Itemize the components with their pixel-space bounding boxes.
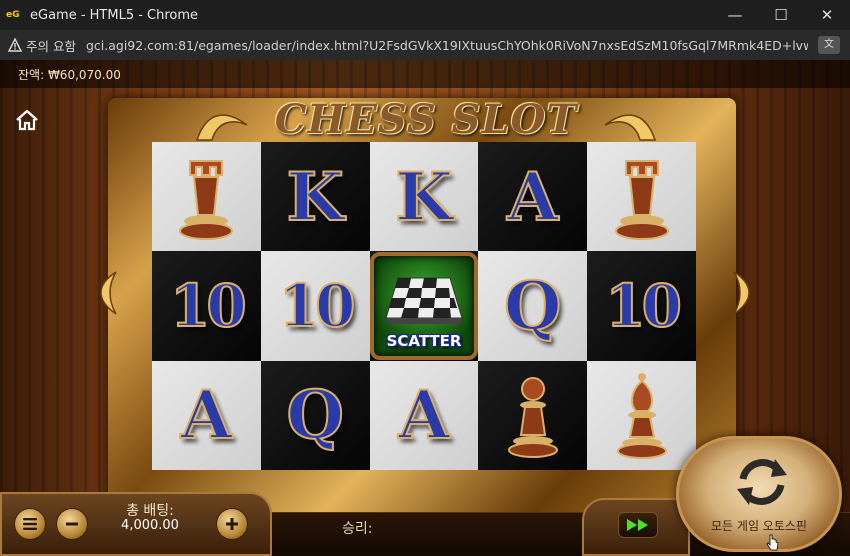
bishop-icon xyxy=(616,373,667,460)
increase-bet-button[interactable] xyxy=(216,508,248,540)
symbol-letter: A xyxy=(506,157,559,236)
reel-cell: Q xyxy=(260,360,370,470)
symbol-letter: A xyxy=(180,376,233,455)
security-label: 주의 요함 xyxy=(26,38,76,54)
cursor-icon xyxy=(766,534,779,551)
minus-icon xyxy=(66,522,78,526)
game-canvas: 잔액: ₩60,070.00 CHESS SLOT K K A 10 10 Q … xyxy=(0,60,850,556)
reel-cell: 10 xyxy=(260,251,370,361)
home-icon[interactable] xyxy=(14,108,40,132)
symbol-letter: Q xyxy=(285,376,344,455)
symbol-letter: 10 xyxy=(169,271,248,340)
balance-display: 잔액: ₩60,070.00 xyxy=(18,68,121,82)
maximize-icon[interactable]: ☐ xyxy=(758,0,804,30)
reel-cell: K xyxy=(369,142,479,252)
symbol-letter: Q xyxy=(503,266,562,345)
ornament-icon xyxy=(195,114,248,141)
menu-button[interactable] xyxy=(14,508,46,540)
speed-panel xyxy=(582,498,690,556)
plus-icon xyxy=(226,518,238,530)
url-field[interactable]: gci.agi92.com:81/egames/loader/index.htm… xyxy=(86,38,808,53)
security-warning-button[interactable]: 주의 요함 xyxy=(8,36,76,55)
total-bet-value: 4,000.00 xyxy=(121,518,179,533)
decrease-bet-button[interactable] xyxy=(56,508,88,540)
translate-icon[interactable]: 文 xyxy=(818,36,840,54)
minimize-icon[interactable]: — xyxy=(712,0,758,30)
top-strip xyxy=(0,60,850,88)
symbol-letter: A xyxy=(397,376,450,455)
reel-cell xyxy=(152,142,261,252)
title-bar: eG eGame - HTML5 - Chrome — ☐ ✕ xyxy=(0,0,850,30)
reel-cell: 10 xyxy=(152,251,261,361)
autospin-label: 모든 게임 오토스핀 xyxy=(711,519,807,533)
reel-cell: A xyxy=(152,360,261,470)
ornament-icon xyxy=(100,271,117,315)
ornament-icon xyxy=(733,271,750,315)
fast-forward-icon xyxy=(627,519,648,531)
game-logo: CHESS SLOT xyxy=(274,96,578,143)
warning-icon xyxy=(8,38,22,52)
symbol-letter: 10 xyxy=(604,271,683,340)
chessboard-icon xyxy=(385,277,463,324)
menu-icon xyxy=(23,518,37,530)
reel-cell xyxy=(587,360,696,470)
address-bar: 주의 요함 gci.agi92.com:81/egames/loader/ind… xyxy=(0,30,850,60)
refresh-icon xyxy=(737,459,787,505)
symbol-letter: K xyxy=(394,157,453,236)
reel-cell: A xyxy=(369,360,479,470)
bet-panel: 총 배팅: 4,000.00 xyxy=(0,492,272,556)
window-title: eGame - HTML5 - Chrome xyxy=(30,7,199,23)
pawn-icon xyxy=(507,377,558,459)
reel-cell: Q xyxy=(478,251,588,361)
reel-cell: A xyxy=(478,142,588,252)
ornament-icon xyxy=(604,114,657,141)
scatter-symbol: SCATTER xyxy=(370,252,478,360)
symbol-letter: 10 xyxy=(278,271,357,340)
reel-cell xyxy=(478,360,588,470)
fast-forward-button[interactable] xyxy=(618,512,658,538)
scatter-label: SCATTER xyxy=(386,332,462,350)
rook-icon xyxy=(179,159,234,240)
win-label: 승리: xyxy=(342,521,373,537)
reel-cell: 10 xyxy=(587,251,696,361)
rook-icon xyxy=(614,159,669,240)
browser-window: eG eGame - HTML5 - Chrome — ☐ ✕ 주의 요함 gc… xyxy=(0,0,850,556)
total-bet-label: 총 배팅: xyxy=(126,503,174,519)
app-logo-icon: eG xyxy=(6,10,20,20)
reel-cell xyxy=(587,142,696,252)
spin-button[interactable]: 모든 게임 오토스핀 xyxy=(676,436,842,552)
symbol-letter: K xyxy=(285,157,344,236)
close-icon[interactable]: ✕ xyxy=(804,0,850,30)
reel-cell: K xyxy=(260,142,370,252)
